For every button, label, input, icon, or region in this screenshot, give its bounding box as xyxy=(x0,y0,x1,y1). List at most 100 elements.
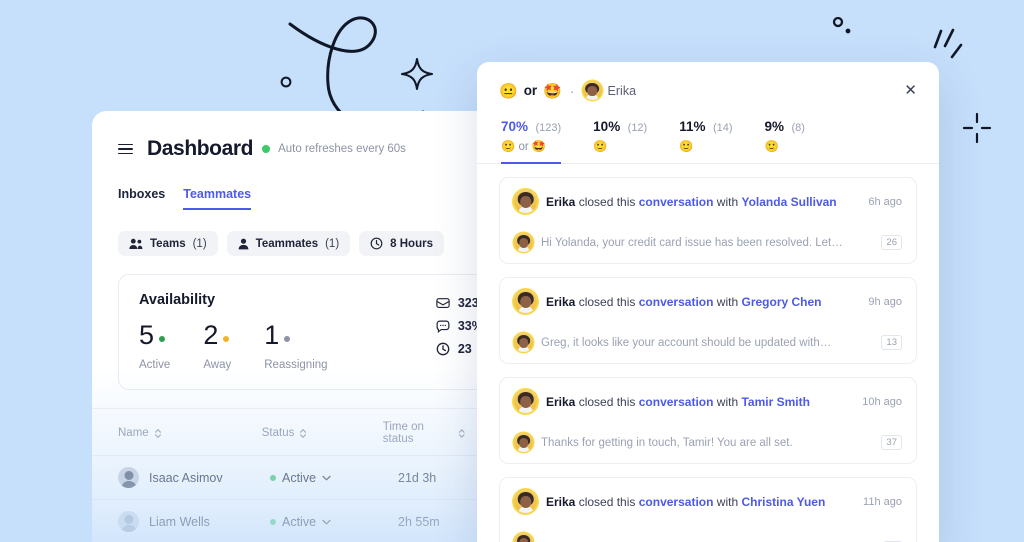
conversation-contact[interactable]: Tamir Smith xyxy=(741,395,809,409)
erika-avatar xyxy=(514,233,533,252)
reaction-tab-4[interactable]: 9% (8) 🙂 xyxy=(765,118,805,164)
circle-dot-doodle xyxy=(832,16,851,34)
conversation-summary: Erika closed this conversation with Yola… xyxy=(546,195,837,209)
conversation-with: with xyxy=(716,194,739,209)
erika-avatar xyxy=(514,490,537,513)
table-cell-name: Isaac Asimov xyxy=(118,467,270,488)
conversation-with: with xyxy=(716,494,739,509)
conversation-timestamp: 9h ago xyxy=(868,295,902,308)
tab-inboxes[interactable]: Inboxes xyxy=(118,187,165,210)
conversation-contact[interactable]: Yolanda Sullivan xyxy=(741,195,836,209)
stat-reassigning-value: 1 xyxy=(264,320,280,350)
conversation-contact[interactable]: Christina Yuen xyxy=(741,495,825,509)
conversation-card[interactable]: Erika closed this conversation with Yola… xyxy=(499,177,917,264)
conversation-header: Erika closed this conversation with Chri… xyxy=(500,478,916,523)
table-row[interactable]: Isaac Asimov Active 21d 3h xyxy=(92,455,492,499)
chat-icon xyxy=(436,320,450,333)
small-circle-doodle xyxy=(280,76,292,88)
availability-left: Availability 5 Active 2 Away 1 Reassigni… xyxy=(139,292,328,371)
conversation-card[interactable]: Erika closed this conversation with Greg… xyxy=(499,277,917,364)
sort-icon xyxy=(154,428,161,438)
conversation-card[interactable]: Erika closed this conversation with Chri… xyxy=(499,477,917,542)
stat-away-pip xyxy=(223,336,230,342)
stat-reassigning-label: Reassigning xyxy=(264,359,328,371)
reaction-tabs: 70% (123) 🙂 or 🤩 10% (12) 🙂 11% (14) 🙂 9… xyxy=(477,100,939,164)
page-title: Dashboard xyxy=(147,137,254,160)
table-row[interactable]: Liam Wells Active 2h 55m xyxy=(92,499,492,542)
stat-away-value: 2 xyxy=(203,320,219,350)
dashboard-tabs: Inboxes Teammates xyxy=(92,161,492,210)
reaction-tab-3[interactable]: 11% (14) 🙂 xyxy=(679,118,732,164)
auto-refresh-text: Auto refreshes every 60s xyxy=(278,143,406,155)
conversation-contact[interactable]: Gregory Chen xyxy=(741,295,821,309)
count-snoozed-value: 23 xyxy=(457,342,472,356)
conversation-header: Erika closed this conversation with Yola… xyxy=(500,178,916,223)
conversation-summary: Erika closed this conversation with Greg… xyxy=(546,295,822,309)
conversation-action: closed this xyxy=(578,394,636,409)
inbox-icon xyxy=(436,298,450,309)
availability-stats: 5 Active 2 Away 1 Reassigning xyxy=(139,320,328,372)
stat-active-value: 5 xyxy=(139,320,155,350)
filter-chip-teammates[interactable]: Teammates (1) xyxy=(226,231,351,256)
filter-chip-hours[interactable]: 8 Hours xyxy=(359,231,444,256)
speed-lines-doodle xyxy=(933,28,963,59)
separator-dot: · xyxy=(569,82,575,99)
sort-icon xyxy=(459,428,466,438)
close-icon[interactable]: ✕ xyxy=(904,83,917,98)
chevron-down-icon[interactable] xyxy=(322,475,331,481)
filter-chip-teammates-count: (1) xyxy=(325,237,340,250)
reaction-tab-1[interactable]: 70% (123) 🙂 or 🤩 xyxy=(501,118,562,164)
conversation-preview: Thanks for getting in touch, Tamir! You … xyxy=(541,436,793,449)
conversation-link[interactable]: conversation xyxy=(639,295,714,309)
availability-card: Availability 5 Active 2 Away 1 Reassigni… xyxy=(118,274,492,390)
author-name: Erika xyxy=(607,83,637,98)
green-dot-icon xyxy=(262,145,271,153)
table-header-row: Name Status Time on status xyxy=(92,408,492,455)
status-dot-icon xyxy=(270,474,276,481)
reaction-tab-1-count: (123) xyxy=(535,122,562,134)
conversation-with: with xyxy=(716,294,739,309)
filter-chip-teams[interactable]: Teams (1) xyxy=(118,231,218,256)
erika-avatar xyxy=(582,81,602,100)
table-cell-time: 2h 55m xyxy=(398,514,440,529)
conversation-actor: Erika xyxy=(546,394,576,409)
conversation-link[interactable]: conversation xyxy=(639,395,714,409)
column-header-status[interactable]: Status xyxy=(262,421,383,445)
reaction-tab-1-emoji: 🙂 or 🤩 xyxy=(501,141,547,153)
dashboard-header: Dashboard Auto refreshes every 60s xyxy=(92,111,492,161)
conversation-card[interactable]: Erika closed this conversation with Tami… xyxy=(499,377,917,464)
count-open-value: 323 xyxy=(457,296,479,310)
erika-avatar xyxy=(514,333,533,352)
message-count-badge: 37 xyxy=(881,435,902,450)
table-cell-status[interactable]: Active xyxy=(270,515,398,529)
reaction-tab-2[interactable]: 10% (12) 🙂 xyxy=(593,118,647,164)
tab-teammates[interactable]: Teammates xyxy=(183,187,252,210)
filter-chip-teams-count: (1) xyxy=(192,237,207,250)
conversation-link[interactable]: conversation xyxy=(639,495,714,509)
column-header-name[interactable]: Name xyxy=(118,421,262,445)
reaction-tab-4-count: (8) xyxy=(791,122,805,134)
conversation-header: Erika closed this conversation with Greg… xyxy=(500,278,916,323)
conversation-preview: Hi Yolanda, your credit card issue has b… xyxy=(541,236,843,249)
stat-active-label: Active xyxy=(139,359,171,371)
person-icon xyxy=(238,238,249,249)
conversation-preview-row: Greg, it looks like your account should … xyxy=(500,323,916,363)
erika-avatar xyxy=(514,290,537,313)
column-header-time[interactable]: Time on status xyxy=(383,421,466,445)
availability-title: Availability xyxy=(139,292,216,308)
message-count-badge: 13 xyxy=(881,335,902,350)
star-struck-emoji-icon: 🤩 xyxy=(543,82,562,100)
chevron-down-icon[interactable] xyxy=(322,519,331,525)
reaction-panel-header: 😐 or 🤩 · Erika ✕ xyxy=(477,62,939,100)
column-header-status-label: Status xyxy=(261,427,295,439)
teammates-table: Name Status Time on status Isaac Asimov … xyxy=(92,408,492,542)
table-cell-status[interactable]: Active xyxy=(270,471,398,485)
reaction-question: 😐 or 🤩 · Erika xyxy=(499,81,636,100)
conversation-preview-row: Thanks for getting in touch, Tamir! You … xyxy=(500,423,916,463)
clock-icon xyxy=(436,342,450,356)
conversation-link[interactable]: conversation xyxy=(639,195,714,209)
crosshair-doodle xyxy=(962,112,992,144)
hamburger-icon[interactable] xyxy=(118,143,133,155)
conversation-actor: Erika xyxy=(546,494,576,509)
conversation-summary: Erika closed this conversation with Chri… xyxy=(546,495,825,509)
